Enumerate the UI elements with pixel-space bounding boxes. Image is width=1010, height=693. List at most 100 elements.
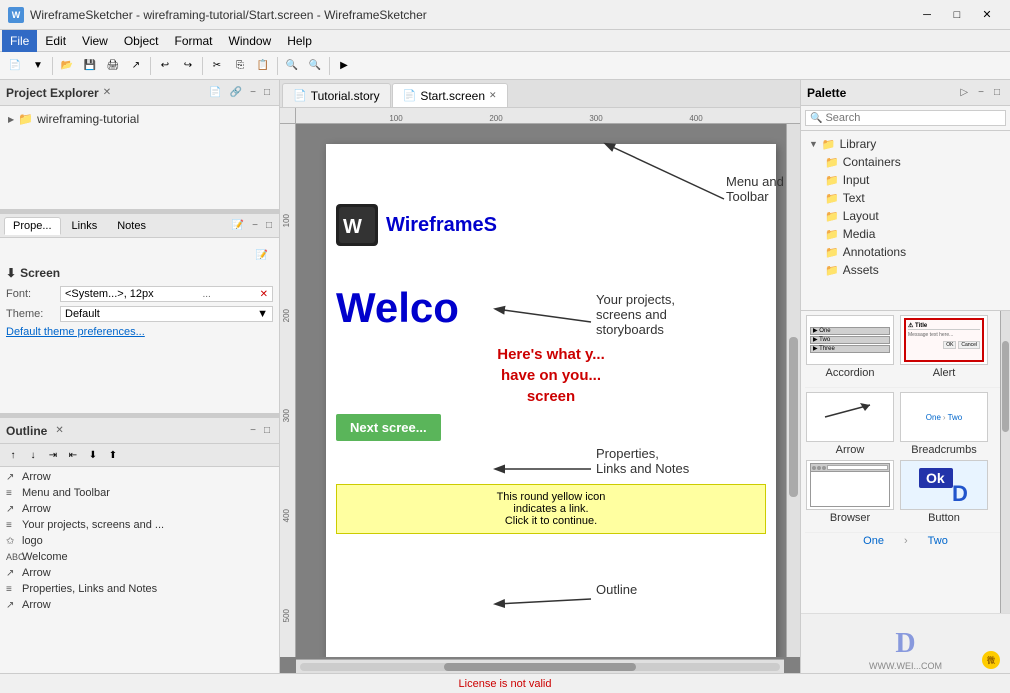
accordion-visual: ▶ One ▶ Two ▶ Three [810, 327, 890, 354]
menu-edit[interactable]: Edit [37, 30, 74, 52]
palette-alert[interactable]: ⚠ Title Message text here... OK Cancel A… [899, 315, 989, 379]
canvas-vscroll[interactable] [786, 124, 800, 657]
main-layout: Project Explorer ✕ 📄 🔗 − □ ▶ 📁 wireframi… [0, 80, 1010, 673]
outline-move-down-btn[interactable]: ⬇ [84, 446, 102, 464]
toolbar-cut[interactable]: ✂ [206, 55, 228, 77]
media-folder-icon: 📁 [825, 228, 839, 241]
outline-pin-btn[interactable]: □ [261, 424, 273, 437]
palette-item-annotations[interactable]: 📁 Annotations [821, 243, 1006, 261]
tab-properties[interactable]: Prope... [4, 217, 61, 235]
outline-item-arrow-1[interactable]: ↗ Arrow [2, 469, 277, 485]
alert-body: Message text here... [908, 332, 980, 338]
font-value[interactable]: <System...>, 12px ... ✕ [60, 286, 273, 302]
toolbar-copy[interactable]: ⎘ [229, 55, 251, 77]
palette-item-media[interactable]: 📁 Media [821, 225, 1006, 243]
palette-breadcrumbs[interactable]: One › Two Breadcrumbs [899, 392, 989, 456]
palette-item-layout[interactable]: 📁 Layout [821, 207, 1006, 225]
props-tab-controls: 📝 − □ [229, 219, 275, 232]
search-input-wrapper[interactable]: 🔍 [805, 110, 1006, 126]
props-pin[interactable]: □ [263, 219, 275, 232]
canvas-hscroll[interactable] [296, 659, 784, 673]
search-input[interactable] [825, 112, 1001, 124]
palette-pin-btn[interactable]: □ [990, 86, 1004, 99]
palette-item-containers[interactable]: 📁 Containers [821, 153, 1006, 171]
canvas-area[interactable]: 100 200 300 400 100 200 300 400 500 [280, 108, 800, 673]
outline-item-projects[interactable]: ≡ Your projects, screens and ... [2, 517, 277, 533]
toolbar-zoom-in[interactable]: 🔍 [304, 55, 326, 77]
pe-pin-btn[interactable]: □ [261, 86, 273, 99]
tab-tutorial-story[interactable]: 📄 Tutorial.story [282, 83, 391, 107]
palette-browser[interactable]: Browser [805, 460, 895, 524]
palette-item-text[interactable]: 📁 Text [821, 189, 1006, 207]
palette-vscroll[interactable] [1000, 311, 1010, 613]
tab-start-close[interactable]: ✕ [489, 90, 497, 101]
maximize-button[interactable]: □ [942, 5, 972, 25]
outline-up-arrow[interactable]: ↑ [4, 446, 22, 464]
palette-item-input[interactable]: 📁 Input [821, 171, 1006, 189]
outline-indent[interactable]: ⇥ [44, 446, 62, 464]
pe-link-btn[interactable]: 🔗 [227, 86, 245, 99]
pe-collapse-btn[interactable]: − [247, 86, 259, 99]
tree-item-root[interactable]: ▶ 📁 wireframing-tutorial [4, 110, 275, 128]
tab-links[interactable]: Links [63, 217, 107, 235]
outline-item-logo[interactable]: ✩ logo [2, 533, 277, 549]
theme-select[interactable]: Default ▼ [60, 306, 273, 322]
outline-item-arrow-4[interactable]: ↗ Arrow [2, 597, 277, 613]
palette-tree: ▼ 📁 Library 📁 Containers 📁 Input 📁 Text [801, 131, 1010, 311]
menu-object[interactable]: Object [116, 30, 167, 52]
palette-vscroll-thumb[interactable] [1002, 341, 1009, 432]
palette-expand-btn[interactable]: ▷ [956, 86, 972, 99]
palette-item-assets[interactable]: 📁 Assets [821, 261, 1006, 279]
menu-window[interactable]: Window [221, 30, 280, 52]
alert-thumb: ⚠ Title Message text here... OK Cancel [900, 315, 988, 365]
toolbar-print[interactable]: 🖨 [102, 55, 124, 77]
props-collapse[interactable]: − [249, 219, 261, 232]
toolbar-open[interactable]: 📂 [56, 55, 78, 77]
toolbar-redo[interactable]: ↪ [177, 55, 199, 77]
outline-item-arrow-3[interactable]: ↗ Arrow [2, 565, 277, 581]
toolbar-zoom-out[interactable]: 🔍 [281, 55, 303, 77]
font-clear[interactable]: ✕ [260, 289, 268, 300]
palette-accordion[interactable]: ▶ One ▶ Two ▶ Three Accordion [805, 315, 895, 379]
toolbar-new[interactable]: 📄 [4, 55, 26, 77]
menu-file[interactable]: File [2, 30, 37, 52]
project-explorer-close[interactable]: ✕ [103, 87, 111, 98]
toolbar-paste[interactable]: 📋 [252, 55, 274, 77]
tab-start-screen[interactable]: 📄 Start.screen ✕ [392, 83, 508, 107]
theme-preferences-link[interactable]: Default theme preferences... [6, 326, 273, 338]
alert-label: Alert [933, 367, 956, 379]
ruler-left: 100 200 300 400 500 [280, 124, 296, 657]
outline-item-welcome[interactable]: ABC Welcome [2, 549, 277, 565]
outline-move-up-btn[interactable]: ⬆ [104, 446, 122, 464]
props-toolbar-btn[interactable]: 📝 [253, 246, 271, 264]
menu-view[interactable]: View [74, 30, 116, 52]
font-dots[interactable]: ... [202, 289, 210, 300]
close-button[interactable]: ✕ [972, 5, 1002, 25]
toolbar-undo[interactable]: ↩ [154, 55, 176, 77]
hscroll-thumb[interactable] [444, 663, 636, 671]
next-screen-button[interactable]: Next scree... [336, 414, 441, 441]
outline-item-menu[interactable]: ≡ Menu and Toolbar [2, 485, 277, 501]
minimize-button[interactable]: ─ [912, 5, 942, 25]
outline-collapse-btn[interactable]: − [247, 424, 259, 437]
palette-button[interactable]: Ok D Button [899, 460, 989, 524]
canvas-content[interactable]: W WireframeS Welco Here's what y...have … [296, 124, 800, 657]
toolbar-share[interactable]: ↗ [125, 55, 147, 77]
outline-down-arrow[interactable]: ↓ [24, 446, 42, 464]
vscroll-thumb[interactable] [789, 337, 798, 497]
pe-new-btn[interactable]: 📄 [206, 86, 224, 99]
outline-outdent[interactable]: ⇤ [64, 446, 82, 464]
menu-help[interactable]: Help [279, 30, 320, 52]
toolbar-dropdown[interactable]: ▼ [27, 55, 49, 77]
tabs-bar: 📄 Tutorial.story 📄 Start.screen ✕ [280, 80, 800, 108]
palette-arrow[interactable]: Arrow [805, 392, 895, 456]
toolbar-preview[interactable]: ▶ [333, 55, 355, 77]
arrow-item-label: Arrow [836, 444, 865, 456]
tab-notes[interactable]: Notes [108, 217, 155, 235]
outline-item-arrow-2[interactable]: ↗ Arrow [2, 501, 277, 517]
menu-format[interactable]: Format [167, 30, 221, 52]
props-new-btn[interactable]: 📝 [229, 219, 247, 232]
outline-item-props[interactable]: ≡ Properties, Links and Notes [2, 581, 277, 597]
toolbar-save[interactable]: 💾 [79, 55, 101, 77]
palette-collapse-btn[interactable]: − [974, 86, 988, 99]
